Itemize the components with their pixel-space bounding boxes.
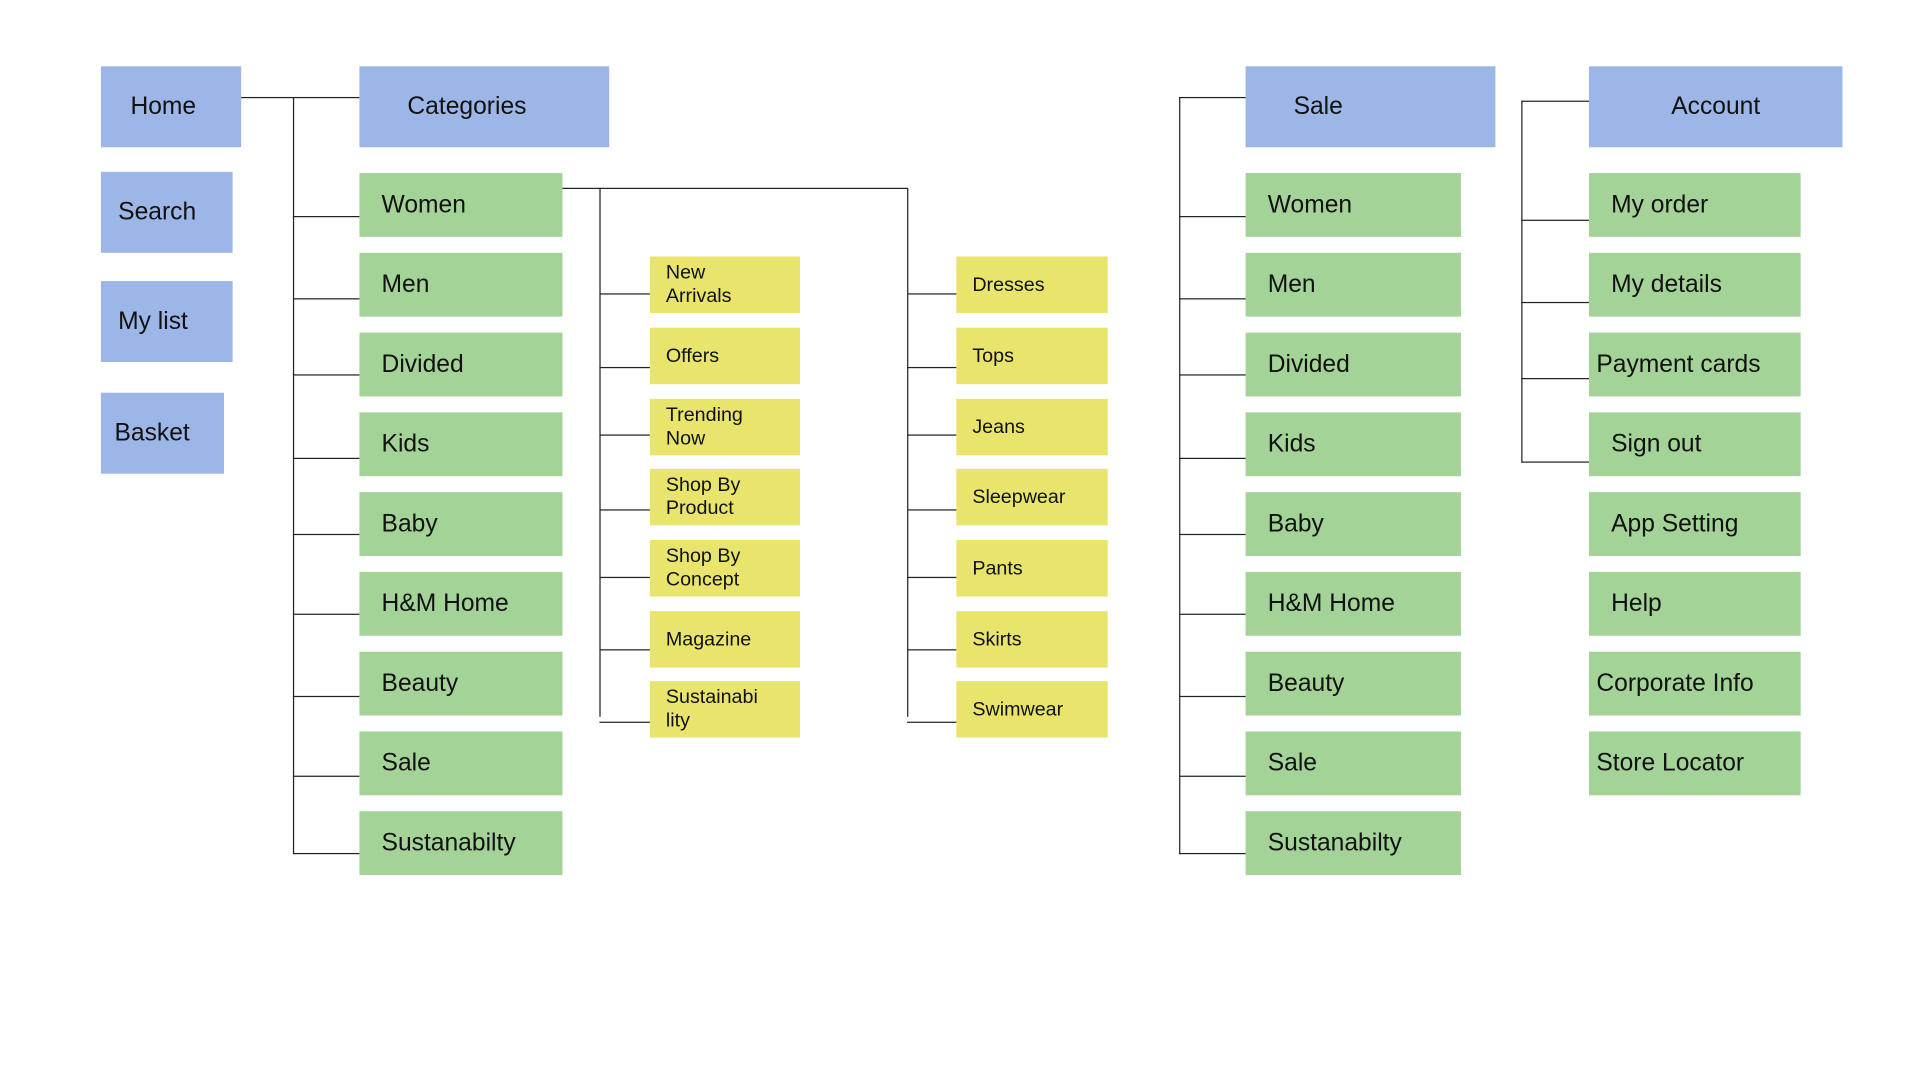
connector-line — [292, 298, 360, 300]
product-node-sleepwear: Sleepwear — [956, 468, 1108, 526]
connector-line — [292, 852, 360, 855]
section-node-shop-by-product: Shop By Product — [649, 468, 801, 526]
sitemap-diagram: Home Search My list Basket Categories Women Me… — [0, 0, 1920, 1080]
product-node-jeans: Jeans — [956, 398, 1108, 456]
connector-line — [1179, 374, 1246, 376]
account-node-sign-out: Sign out — [1588, 412, 1801, 477]
nav-node-search: Search — [100, 171, 233, 253]
connector-line — [1521, 100, 1523, 463]
account-node-my-details: My details — [1588, 252, 1801, 317]
connector-line — [292, 695, 360, 698]
connector-line — [292, 96, 295, 855]
header-node-account: Account — [1588, 66, 1843, 148]
connector-line — [907, 434, 957, 436]
account-node-payment-cards: Payment cards — [1588, 332, 1801, 397]
category-node-kids: Kids — [359, 412, 563, 477]
account-node-help: Help — [1588, 571, 1801, 636]
nav-node-home: Home — [100, 66, 242, 148]
section-node-new-arrivals: New Arrivals — [649, 256, 801, 313]
connector-line — [1179, 216, 1246, 218]
section-node-trending-now: Trending Now — [649, 398, 801, 456]
connector-line — [599, 649, 650, 651]
category-node-divided: Divided — [359, 332, 563, 397]
connector-line — [1521, 219, 1589, 221]
sale-node-sustanabilty: Sustanabilty — [1245, 811, 1461, 876]
connector-line — [1179, 852, 1246, 855]
section-node-magazine: Magazine — [649, 611, 801, 668]
sale-node-kids: Kids — [1245, 412, 1461, 477]
product-node-tops: Tops — [956, 327, 1108, 385]
connector-line — [241, 96, 360, 99]
category-node-sale: Sale — [359, 731, 563, 796]
header-node-sale: Sale — [1245, 66, 1496, 148]
category-node-baby: Baby — [359, 492, 563, 556]
category-node-women: Women — [359, 173, 563, 237]
sale-node-divided: Divided — [1245, 332, 1461, 397]
connector-line — [1521, 461, 1589, 463]
connector-line — [1521, 301, 1589, 304]
nav-node-basket: Basket — [100, 392, 225, 474]
connector-line — [292, 775, 360, 777]
category-node-h-m-home: H&M Home — [359, 571, 563, 636]
account-node-store-locator: Store Locator — [1588, 731, 1801, 796]
connector-line — [599, 721, 650, 723]
category-node-beauty: Beauty — [359, 651, 563, 716]
connector-line — [1179, 298, 1246, 300]
sale-node-baby: Baby — [1245, 492, 1461, 556]
connector-line — [292, 374, 360, 376]
sale-node-h-m-home: H&M Home — [1245, 571, 1461, 636]
sale-node-men: Men — [1245, 252, 1461, 317]
sale-node-women: Women — [1245, 173, 1461, 237]
connector-line — [292, 613, 360, 615]
header-node-categories: Categories — [359, 66, 610, 148]
connector-line — [1521, 378, 1589, 380]
connector-line — [1521, 100, 1589, 102]
sale-node-sale: Sale — [1245, 731, 1461, 796]
connector-line — [292, 216, 360, 218]
connector-line — [562, 187, 908, 190]
connector-line — [907, 187, 909, 717]
connector-line — [1179, 533, 1246, 536]
connector-line — [907, 509, 957, 511]
connector-line — [599, 509, 650, 511]
product-node-skirts: Skirts — [956, 611, 1108, 668]
connector-line — [907, 721, 957, 723]
connector-line — [599, 576, 650, 579]
connector-line — [1179, 695, 1246, 698]
product-node-swimwear: Swimwear — [956, 681, 1108, 738]
connector-line — [1179, 613, 1246, 615]
section-node-sustainabi-lity: Sustainabi lity — [649, 681, 801, 738]
connector-line — [1179, 96, 1181, 855]
connector-line — [599, 434, 650, 436]
product-node-pants: Pants — [956, 540, 1108, 597]
connector-line — [1179, 96, 1246, 99]
account-node-my-order: My order — [1588, 173, 1801, 237]
sale-node-beauty: Beauty — [1245, 651, 1461, 716]
connector-line — [599, 366, 650, 369]
connector-line — [907, 293, 957, 295]
connector-line — [907, 366, 957, 369]
connector-line — [292, 457, 360, 460]
connector-line — [599, 293, 650, 295]
account-node-app-setting: App Setting — [1588, 492, 1801, 556]
section-node-offers: Offers — [649, 327, 801, 385]
product-node-dresses: Dresses — [956, 256, 1108, 313]
connector-line — [1179, 775, 1246, 777]
section-node-shop-by-concept: Shop By Concept — [649, 540, 801, 597]
connector-line — [1179, 457, 1246, 460]
account-node-corporate-info: Corporate Info — [1588, 651, 1801, 716]
nav-node-my-list: My list — [100, 281, 233, 363]
connector-line — [907, 649, 957, 651]
connector-line — [292, 533, 360, 536]
category-node-sustanabilty: Sustanabilty — [359, 811, 563, 876]
category-node-men: Men — [359, 252, 563, 317]
connector-line — [907, 576, 957, 579]
connector-line — [599, 187, 601, 717]
